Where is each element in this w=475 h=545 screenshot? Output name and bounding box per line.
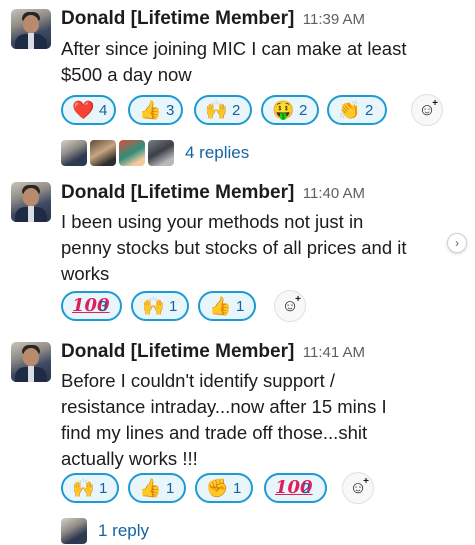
avatar[interactable] [11,342,51,382]
message-line: find my lines and trade off those...shit [61,422,368,443]
message-header: Donald [Lifetime Member] 11:39 AM [61,8,365,30]
message-header: Donald [Lifetime Member] 11:41 AM [61,341,365,363]
thread-summary[interactable]: 4 replies [61,139,249,167]
reaction-count: 3 [99,297,108,315]
message-line: penny stocks but stocks of all prices an… [61,237,407,258]
reply-avatar [119,140,145,166]
reply-avatar [148,140,174,166]
add-reaction-button[interactable]: ☺ + [342,472,374,504]
reply-avatar [61,140,87,166]
author-name[interactable]: Donald [Lifetime Member] [61,341,294,362]
reaction-count: 2 [302,479,311,497]
reaction-count: 1 [236,297,245,315]
message-line: resistance intraday...now after 15 mins … [61,396,387,417]
reaction-money-mouth[interactable]: 🤑 2 [261,95,319,125]
reaction-count: 1 [99,479,108,497]
message-line: $500 a day now [61,64,192,85]
thumbsup-icon: 👍 [209,296,232,316]
timestamp[interactable]: 11:40 AM [303,185,365,202]
hundred-icon: 100 [72,295,110,316]
money-mouth-icon: 🤑 [272,100,295,120]
thumbsup-icon: 👍 [139,478,162,498]
message-text: I been using your methods not just in pe… [61,209,461,287]
author-name[interactable]: Donald [Lifetime Member] [61,8,294,29]
message-line: works [61,263,110,284]
reaction-count: 1 [166,479,175,497]
reaction-fist[interactable]: ✊ 1 [195,473,253,503]
hundred-icon: 100 [275,477,313,498]
reaction-count: 2 [365,101,374,119]
raised-hands-icon: 🙌 [142,296,165,316]
reply-avatar [61,518,87,544]
reaction-count: 2 [232,101,241,119]
reaction-thumbsup[interactable]: 👍 3 [128,95,183,125]
reaction-clap[interactable]: 👏 2 [327,95,387,125]
reaction-raised-hands[interactable]: 🙌 2 [194,95,252,125]
reaction-raised-hands[interactable]: 🙌 1 [61,473,119,503]
reaction-thumbsup[interactable]: 👍 1 [198,291,256,321]
reaction-count: 3 [166,101,175,119]
reaction-count: 1 [169,297,178,315]
message-line: After since joining MIC I can make at le… [61,38,407,59]
raised-hands-icon: 🙌 [72,478,95,498]
add-reaction-button[interactable]: ☺ + [274,290,306,322]
reaction-heart[interactable]: ❤️ 4 [61,95,116,125]
message-line: I been using your methods not just in [61,211,364,232]
clap-icon: 👏 [338,100,361,120]
avatar[interactable] [11,9,51,49]
reaction-hundred[interactable]: 100 3 [61,291,122,321]
timestamp[interactable]: 11:41 AM [303,344,365,361]
heart-icon: ❤️ [72,100,95,120]
add-reaction-button[interactable]: ☺ + [411,94,443,126]
reaction-count: 1 [233,479,242,497]
reaction-count: 2 [299,101,308,119]
message-line: Before I couldn't identify support / [61,370,335,391]
fist-icon: ✊ [206,478,229,498]
message-text: Before I couldn't identify support / res… [61,368,461,472]
message-line: actually works !!! [61,448,198,469]
reaction-hundred[interactable]: 100 2 [264,473,327,503]
timestamp[interactable]: 11:39 AM [303,11,365,28]
replies-link[interactable]: 4 replies [185,143,249,163]
replies-link[interactable]: 1 reply [98,521,149,541]
message-header: Donald [Lifetime Member] 11:40 AM [61,182,365,204]
raised-hands-icon: 🙌 [205,100,228,120]
thread-summary[interactable]: 1 reply [61,517,149,545]
chevron-right-icon[interactable]: › [447,233,467,253]
message-text: After since joining MIC I can make at le… [61,36,461,88]
author-name[interactable]: Donald [Lifetime Member] [61,182,294,203]
reaction-thumbsup[interactable]: 👍 1 [128,473,186,503]
thumbsup-icon: 👍 [139,100,162,120]
reply-avatar [90,140,116,166]
reaction-raised-hands[interactable]: 🙌 1 [131,291,189,321]
avatar[interactable] [11,182,51,222]
reaction-count: 4 [99,101,108,119]
